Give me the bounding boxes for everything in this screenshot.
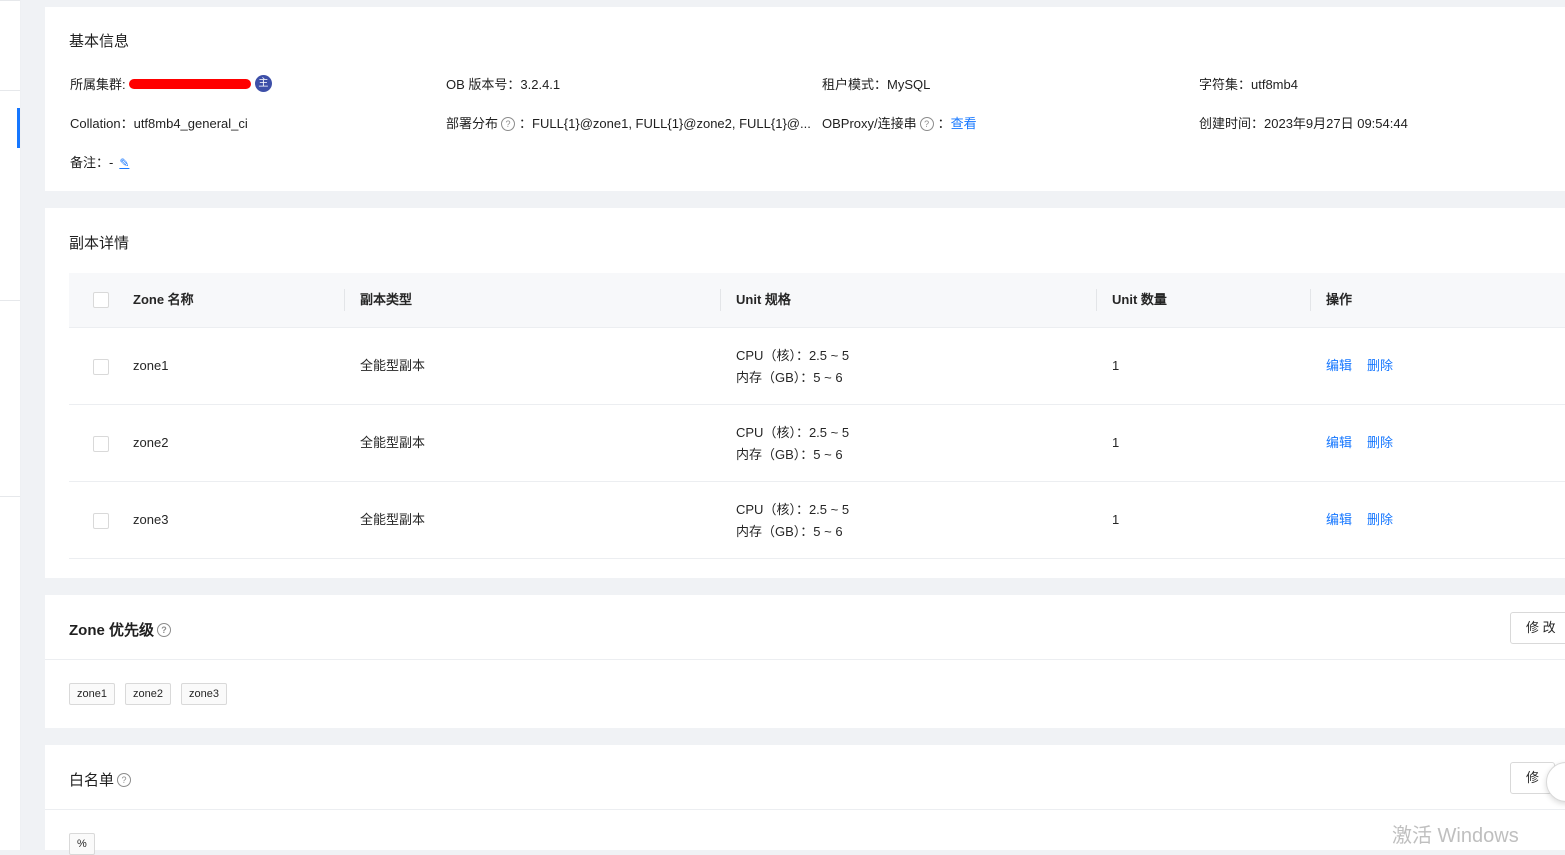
unit-spec: CPU（核）：2.5 ~ 5 内存（GB）：5 ~ 6	[736, 345, 849, 389]
obproxy-label: OBProxy/连接串	[822, 116, 917, 131]
replica-card: 副本详情 Zone 名称 副本类型 Unit 规格 Unit 数量 操作 zon…	[45, 208, 1565, 578]
ob-version: OB 版本号：3.2.4.1	[446, 77, 561, 92]
created-time: 创建时间：2023年9月27日 09:54:44	[1199, 116, 1408, 131]
column-header: Unit 规格	[736, 292, 791, 307]
rail-divider	[0, 496, 20, 497]
zone-tag: zone3	[181, 683, 227, 705]
card-title-text: Zone 优先级	[69, 622, 154, 639]
rail-divider	[0, 90, 20, 91]
view-connection-link[interactable]: 查看	[951, 116, 977, 131]
column-divider	[344, 289, 345, 311]
zone-priority-title: Zone 优先级?	[69, 619, 175, 640]
charset: 字符集：utf8mb4	[1199, 77, 1298, 92]
rail-divider	[0, 300, 20, 301]
column-header: 操作	[1326, 292, 1353, 307]
unit-spec: CPU（核）：2.5 ~ 5 内存（GB）：5 ~ 6	[736, 499, 849, 543]
cluster-label: 所属集群:	[70, 77, 126, 92]
unit-memory: 内存（GB）：5 ~ 6	[736, 447, 843, 462]
unit-memory: 内存（GB）：5 ~ 6	[736, 524, 843, 539]
row-checkbox[interactable]	[93, 513, 109, 529]
edit-icon[interactable]: ✎	[119, 156, 129, 170]
column-divider	[720, 289, 721, 311]
whitelist-card: 白名单? 修 %	[45, 745, 1565, 855]
card-divider	[45, 659, 1565, 660]
table-row: zone3 全能型副本 CPU（核）：2.5 ~ 5 内存（GB）：5 ~ 6 …	[69, 482, 1565, 559]
card-title-text: 白名单	[69, 772, 115, 789]
delete-button[interactable]: 删除	[1367, 358, 1393, 373]
deploy-label: 部署分布	[446, 116, 499, 131]
row-checkbox[interactable]	[93, 359, 109, 375]
question-circle-icon[interactable]: ?	[117, 773, 132, 788]
unit-count: 1	[1112, 512, 1120, 527]
row-actions: 编辑 删除	[1326, 482, 1408, 558]
redaction-mark	[129, 78, 252, 89]
remark-text: 备注：-	[70, 155, 114, 170]
replica-type: 全能型副本	[360, 512, 426, 527]
table-row: zone1 全能型副本 CPU（核）：2.5 ~ 5 内存（GB）：5 ~ 6 …	[69, 328, 1565, 405]
modify-button[interactable]: 修 改	[1510, 612, 1565, 644]
row-checkbox[interactable]	[93, 436, 109, 452]
primary-badge: 主	[254, 75, 272, 93]
card-divider	[45, 809, 1565, 810]
edit-button[interactable]: 编辑	[1326, 435, 1352, 450]
zone-name: zone1	[133, 358, 169, 373]
unit-cpu: CPU（核）：2.5 ~ 5	[736, 425, 850, 440]
rail-active-indicator	[17, 108, 20, 148]
deploy-value: ：FULL{1}@zone1, FULL{1}@zone2, FULL{1}@.…	[519, 116, 811, 131]
whitelist-title: 白名单?	[69, 769, 135, 790]
unit-count: 1	[1112, 435, 1120, 450]
column-header: 副本类型	[360, 292, 413, 307]
question-circle-icon[interactable]: ?	[501, 116, 516, 131]
remark: 备注：- ✎	[70, 152, 129, 171]
delete-button[interactable]: 删除	[1367, 512, 1393, 527]
replica-type: 全能型副本	[360, 435, 426, 450]
deploy-distribution: 部署分布? ：FULL{1}@zone1, FULL{1}@zone2, FULL…	[446, 113, 811, 132]
edit-button[interactable]: 编辑	[1326, 358, 1352, 373]
activation-watermark: 激活 Windows	[1392, 825, 1519, 847]
unit-cpu: CPU（核）：2.5 ~ 5	[736, 348, 850, 363]
card-title: 副本详情	[69, 235, 130, 252]
obproxy-info: OBProxy/连接串? ：查看	[822, 113, 977, 132]
row-actions: 编辑 删除	[1326, 405, 1408, 481]
rail-divider	[0, 0, 20, 1]
zone-tag: zone2	[125, 683, 171, 705]
collation: Collation：utf8mb4_general_ci	[70, 116, 248, 131]
zone-tag: zone1	[69, 683, 115, 705]
column-divider	[1310, 289, 1311, 311]
unit-spec: CPU（核）：2.5 ~ 5 内存（GB）：5 ~ 6	[736, 422, 849, 466]
zone-name: zone3	[133, 512, 169, 527]
unit-cpu: CPU（核）：2.5 ~ 5	[736, 502, 850, 517]
cluster-info: 所属集群: 主	[70, 74, 272, 94]
unit-memory: 内存（GB）：5 ~ 6	[736, 370, 843, 385]
column-header: Zone 名称	[133, 292, 194, 307]
table-row: zone2 全能型副本 CPU（核）：2.5 ~ 5 内存（GB）：5 ~ 6 …	[69, 405, 1565, 482]
basic-info-card: 基本信息 所属集群: 主 OB 版本号：3.2.4.1 租户模式：MySQL 字…	[45, 7, 1565, 191]
tenant-mode: 租户模式：MySQL	[822, 77, 931, 92]
card-title: 基本信息	[69, 33, 130, 50]
whitelist-tag: %	[69, 833, 95, 855]
select-all-checkbox[interactable]	[93, 292, 109, 308]
edit-button[interactable]: 编辑	[1326, 512, 1352, 527]
zone-name: zone2	[133, 435, 169, 450]
question-circle-icon[interactable]: ?	[157, 623, 171, 638]
column-divider	[1096, 289, 1097, 311]
left-nav-rail	[0, 0, 21, 850]
column-header: Unit 数量	[1112, 292, 1167, 307]
unit-count: 1	[1112, 358, 1120, 373]
replica-type: 全能型副本	[360, 358, 426, 373]
obproxy-sep: ：	[937, 116, 951, 131]
zone-priority-card: Zone 优先级? 修 改 zone1 zone2 zone3	[45, 595, 1565, 728]
delete-button[interactable]: 删除	[1367, 435, 1393, 450]
table-header: Zone 名称 副本类型 Unit 规格 Unit 数量 操作	[69, 273, 1565, 328]
replica-table: Zone 名称 副本类型 Unit 规格 Unit 数量 操作 zone1 全能…	[69, 273, 1565, 559]
row-actions: 编辑 删除	[1326, 328, 1408, 404]
question-circle-icon[interactable]: ?	[919, 116, 934, 131]
